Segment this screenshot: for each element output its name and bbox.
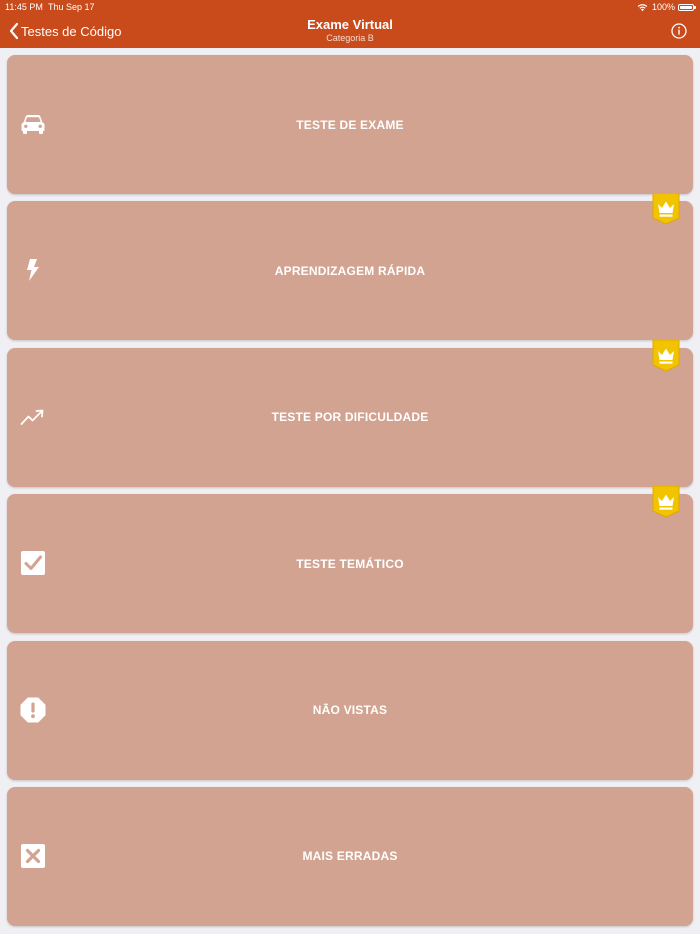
- nav-bar: 11:45 PM Thu Sep 17 100% Testes de Códig…: [0, 0, 700, 48]
- trend-up-icon: [20, 404, 46, 430]
- menu-item-teste-por-dificuldade[interactable]: TESTE POR DIFICULDADE: [7, 339, 693, 487]
- menu-item-label: MAIS ERRADAS: [302, 849, 398, 864]
- wifi-icon: [637, 3, 648, 11]
- menu-item-label: TESTE POR DIFICULDADE: [271, 410, 429, 425]
- status-date: Thu Sep 17: [48, 2, 95, 12]
- menu-item-aprendizagem-rapida[interactable]: APRENDIZAGEM RÁPIDA: [7, 193, 693, 341]
- status-time: 11:45 PM: [5, 2, 43, 12]
- menu-item-label: TESTE DE EXAME: [296, 117, 404, 132]
- x-box-icon: [20, 843, 46, 869]
- test-mode-menu: TESTE DE EXAME APRENDIZAGEM RÁPIDA TESTE…: [7, 55, 693, 933]
- back-button[interactable]: Testes de Código: [8, 21, 121, 41]
- menu-item-label: APRENDIZAGEM RÁPIDA: [274, 263, 426, 278]
- lightning-icon: [20, 257, 46, 283]
- alert-octagon-icon: [20, 697, 46, 723]
- battery-icon: [678, 3, 696, 11]
- menu-item-label: TESTE TEMÁTICO: [296, 556, 404, 571]
- crown-badge-icon: [652, 486, 680, 518]
- menu-item-teste-tematico[interactable]: TESTE TEMÁTICO: [7, 486, 693, 634]
- back-button-label: Testes de Código: [21, 23, 122, 39]
- car-icon: [20, 111, 46, 137]
- chevron-left-icon: [9, 22, 19, 40]
- crown-badge-icon: [652, 339, 680, 372]
- menu-item-mais-erradas[interactable]: MAIS ERRADAS: [7, 786, 693, 926]
- menu-item-teste-de-exame[interactable]: TESTE DE EXAME: [7, 55, 693, 194]
- page-subtitle: Categoria B: [326, 33, 374, 43]
- status-indicators: 100%: [637, 0, 696, 14]
- checkbox-icon: [20, 550, 46, 576]
- page-title: Exame Virtual: [307, 17, 393, 32]
- status-bar: 11:45 PM Thu Sep 17 100%: [0, 0, 700, 14]
- menu-item-label: NÃO VISTAS: [312, 703, 388, 718]
- menu-item-nao-vistas[interactable]: NÃO VISTAS: [7, 640, 693, 780]
- info-icon[interactable]: [671, 23, 687, 39]
- crown-badge-icon: [652, 193, 680, 225]
- battery-percentage: 100%: [651, 2, 675, 12]
